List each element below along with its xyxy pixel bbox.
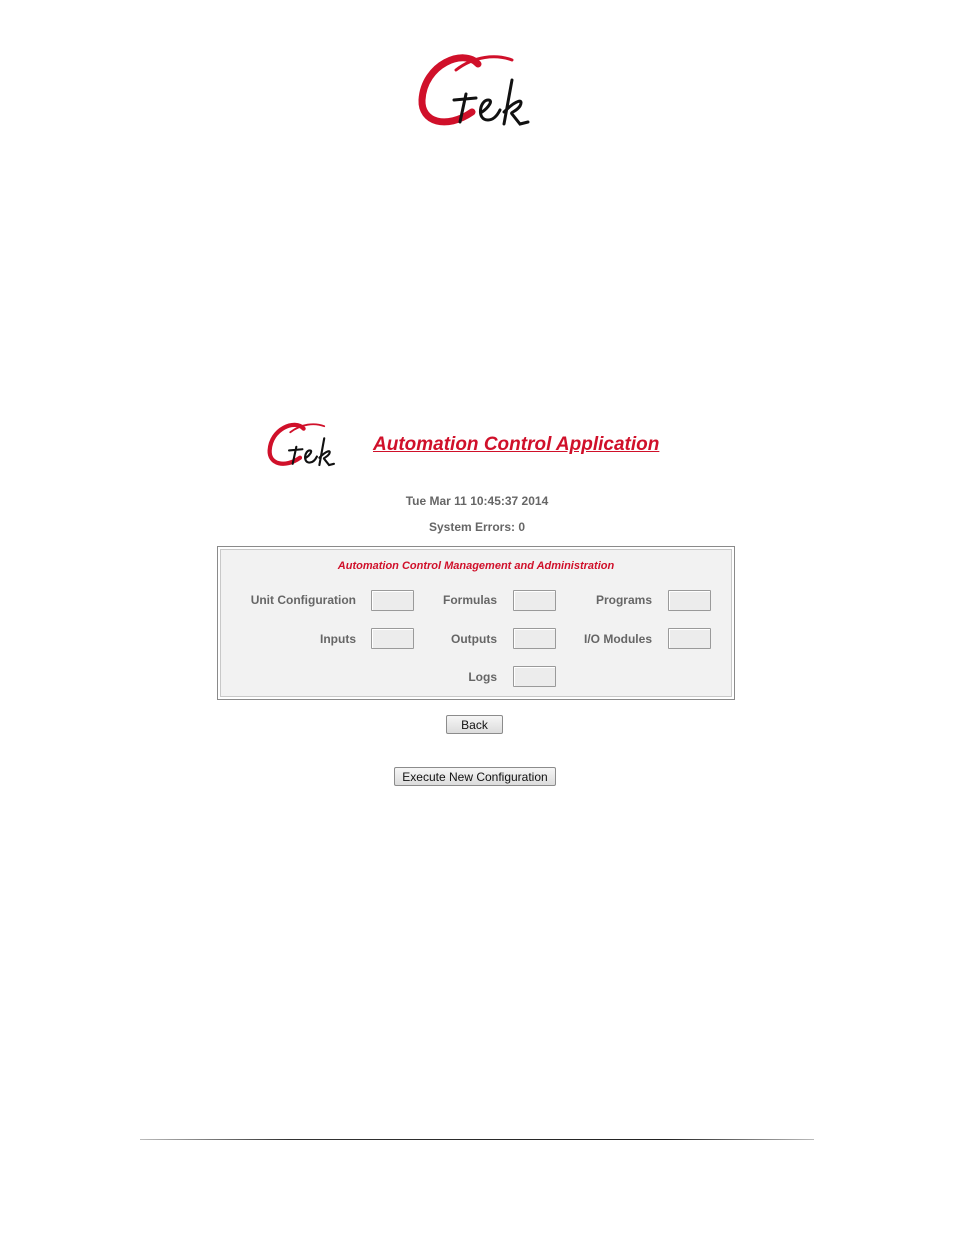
back-button[interactable]: Back (446, 715, 503, 734)
unit-configuration-button[interactable] (371, 590, 414, 611)
management-panel: Automation Control Management and Admini… (217, 546, 735, 700)
system-errors: System Errors: 0 (428, 520, 526, 534)
ctek-logo-small (267, 422, 335, 467)
inputs-button[interactable] (371, 628, 414, 649)
inputs-label: Inputs (320, 632, 356, 646)
formulas-label: Formulas (442, 593, 497, 607)
unit-configuration-label: Unit Configuration (250, 593, 356, 607)
logs-button[interactable] (513, 666, 556, 687)
footer-divider (140, 1139, 814, 1140)
timestamp: Tue Mar 11 10:45:37 2014 (405, 494, 549, 508)
formulas-button[interactable] (513, 590, 556, 611)
outputs-button[interactable] (513, 628, 556, 649)
app-title: Automation Control Application (373, 434, 660, 455)
panel-title: Automation Control Management and Admini… (337, 560, 615, 572)
outputs-label: Outputs (451, 632, 497, 646)
io-modules-button[interactable] (668, 628, 711, 649)
programs-button[interactable] (668, 590, 711, 611)
logs-label: Logs (468, 670, 497, 684)
execute-new-configuration-button[interactable]: Execute New Configuration (394, 767, 556, 786)
io-modules-label: I/O Modules (583, 632, 652, 646)
ctek-logo (418, 54, 530, 126)
programs-label: Programs (595, 593, 652, 607)
